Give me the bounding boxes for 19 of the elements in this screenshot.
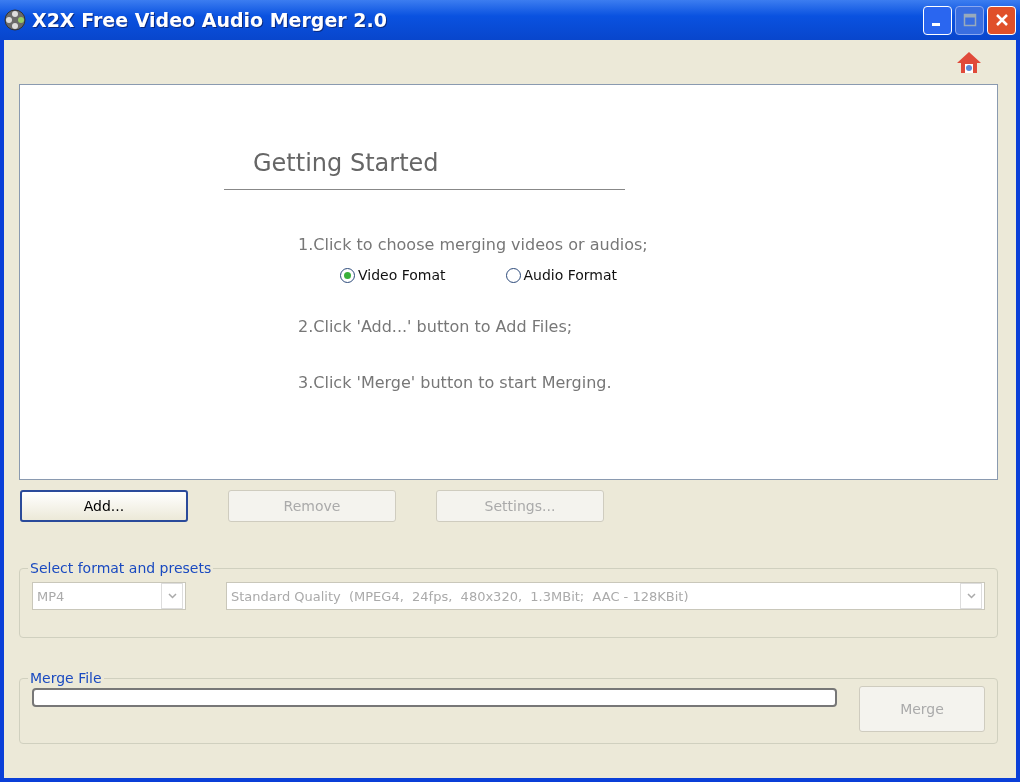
- home-icon[interactable]: [956, 50, 982, 74]
- film-reel-icon: [4, 9, 26, 31]
- group-title: Merge File: [29, 670, 103, 686]
- group-title: Select format and presets: [29, 560, 213, 576]
- minimize-icon: [931, 22, 940, 26]
- action-button[interactable]: Add...: [20, 490, 188, 522]
- maximize-icon: [962, 13, 977, 27]
- close-icon: [994, 13, 1009, 27]
- getting-started-heading: Getting Started: [224, 149, 625, 190]
- instruction-text: 2.Click 'Add...' button to Add Files;: [298, 316, 573, 338]
- chevron-down-icon: [167, 593, 177, 599]
- instruction-text: 3.Click 'Merge' button to start Merging.: [298, 372, 612, 394]
- radio-button[interactable]: Audio Format: [505, 264, 618, 286]
- minimize-button[interactable]: [923, 5, 952, 35]
- chevron-down-icon: [966, 593, 976, 599]
- window-title: X2X Free Video Audio Merger 2.0: [32, 9, 387, 31]
- radio-button[interactable]: Video Fomat: [340, 264, 446, 286]
- instruction-text: 1.Click to choose merging videos or audios;: [298, 234, 648, 256]
- close-button[interactable]: [987, 5, 1016, 35]
